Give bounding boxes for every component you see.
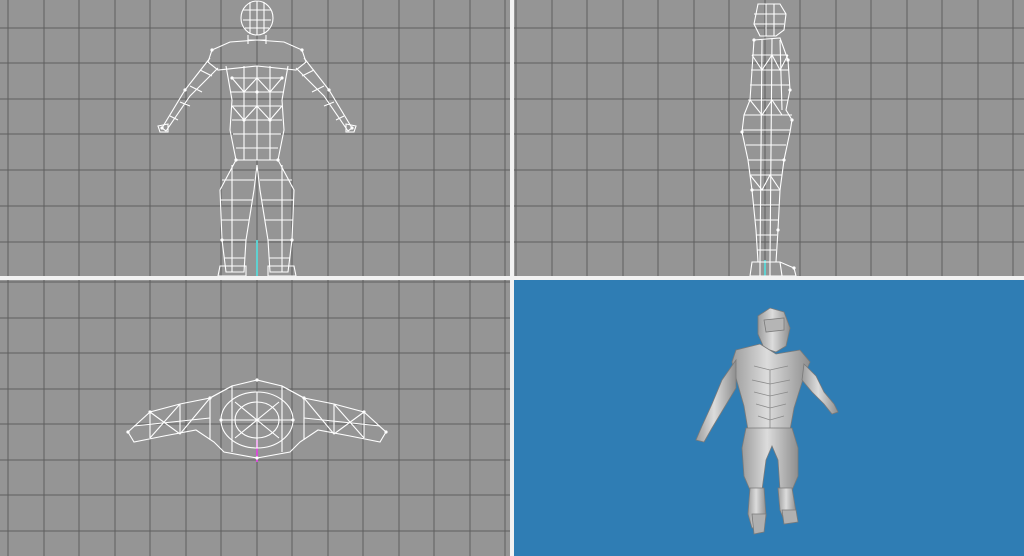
side-wireframe-canvas[interactable] bbox=[514, 0, 1024, 276]
perspective-shaded-canvas[interactable] bbox=[514, 280, 1024, 556]
viewport-perspective[interactable] bbox=[514, 280, 1024, 556]
viewport-front[interactable] bbox=[0, 0, 510, 276]
front-wireframe-canvas[interactable] bbox=[0, 0, 510, 276]
top-wireframe-canvas[interactable] bbox=[0, 280, 510, 556]
viewport-side[interactable] bbox=[514, 0, 1024, 276]
viewport-top[interactable] bbox=[0, 280, 510, 556]
viewport-layout bbox=[0, 0, 1024, 556]
